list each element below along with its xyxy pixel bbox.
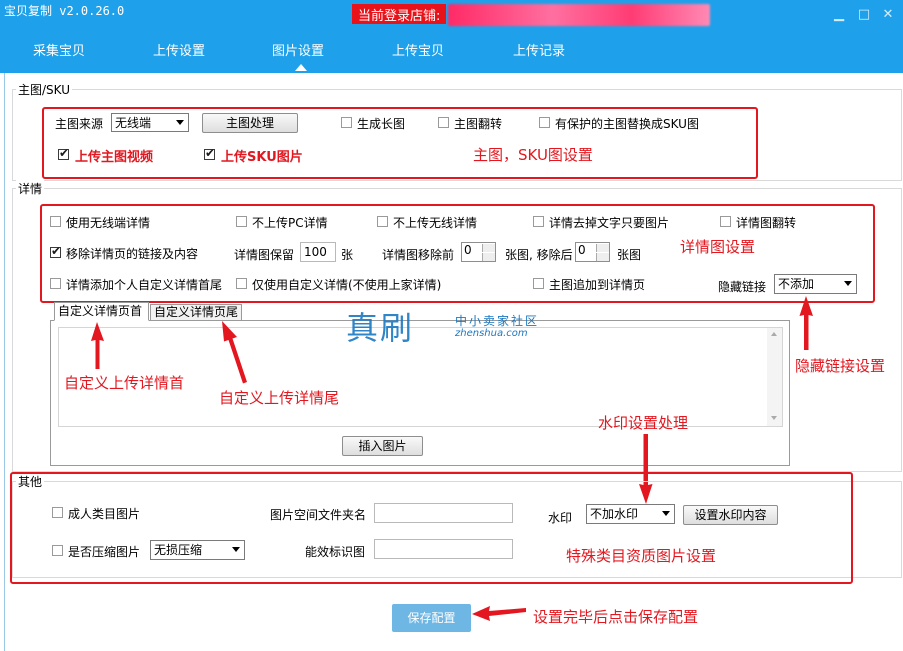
watermark-value: 不加水印 [590,507,639,521]
adult-category-label: 成人类目图片 [68,507,141,521]
set-watermark-button[interactable]: 设置水印内容 [683,505,778,525]
save-config-button[interactable]: 保存配置 [392,604,471,632]
arrow-custom-tail-icon [222,321,247,384]
adult-category-checkbox[interactable] [52,507,63,518]
watermark-label: 水印 [548,511,573,525]
watermark-select[interactable]: 不加水印 [586,504,675,524]
arrow-hide-links-icon [799,296,813,350]
annotation-save: 设置完毕后点击保存配置 [533,608,699,626]
energy-image-input[interactable] [374,539,513,559]
annotation-box-other [10,472,853,584]
compress-checkbox[interactable] [52,545,63,556]
compress-label: 是否压缩图片 [68,545,141,559]
folder-name-label: 图片空间文件夹名 [270,508,367,522]
folder-name-input[interactable] [374,503,513,523]
compress-select[interactable]: 无损压缩 [150,540,245,560]
compress-value: 无损压缩 [154,543,203,557]
chevron-down-icon [662,511,670,516]
energy-label: 能效标识图 [305,545,366,559]
arrow-custom-head-icon [91,322,104,369]
arrow-save-icon [472,606,526,621]
chevron-down-icon [232,547,240,552]
annotation-special-category: 特殊类目资质图片设置 [566,547,717,565]
